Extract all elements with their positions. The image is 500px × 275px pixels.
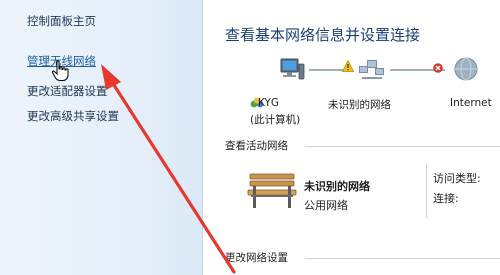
vertical-divider	[426, 164, 427, 218]
network-location-type[interactable]: 公用网络	[304, 197, 348, 213]
public-network-bench-icon	[247, 173, 297, 208]
computer-name-label: KYG	[258, 97, 280, 109]
active-networks-header: 查看活动网络	[225, 140, 288, 152]
change-adapter-settings-link[interactable]: 更改适配器设置	[27, 83, 108, 99]
globe-icon[interactable]	[453, 56, 481, 82]
left-nav-pane: 控制面板主页 管理无线网络 更改适配器设置 更改高级共享设置	[0, 0, 203, 275]
hand-cursor-icon	[51, 60, 69, 81]
warning-icon	[342, 60, 354, 72]
unidentified-network-label: 未识别的网络	[328, 99, 391, 111]
internet-label: Internet	[450, 97, 492, 109]
section-divider	[305, 258, 500, 259]
network-icon[interactable]	[358, 57, 386, 83]
page-title: 查看基本网络信息并设置连接	[225, 26, 421, 44]
control-panel-home-link[interactable]: 控制面板主页	[27, 13, 96, 29]
computer-sub-label: (此计算机)	[250, 114, 301, 126]
red-x-icon	[433, 63, 443, 73]
change-network-settings-header: 更改网络设置	[225, 252, 288, 264]
computer-icon[interactable]	[278, 57, 306, 83]
main-content: 查看基本网络信息并设置连接 KYG (此计算机) 未识别的网络 Internet…	[204, 0, 500, 275]
connections-label: 连接:	[433, 192, 459, 205]
change-advanced-sharing-link[interactable]: 更改高级共享设置	[27, 108, 119, 124]
access-type-label: 访问类型:	[433, 172, 481, 185]
active-network-name: 未识别的网络	[304, 180, 370, 193]
section-divider	[305, 146, 500, 147]
